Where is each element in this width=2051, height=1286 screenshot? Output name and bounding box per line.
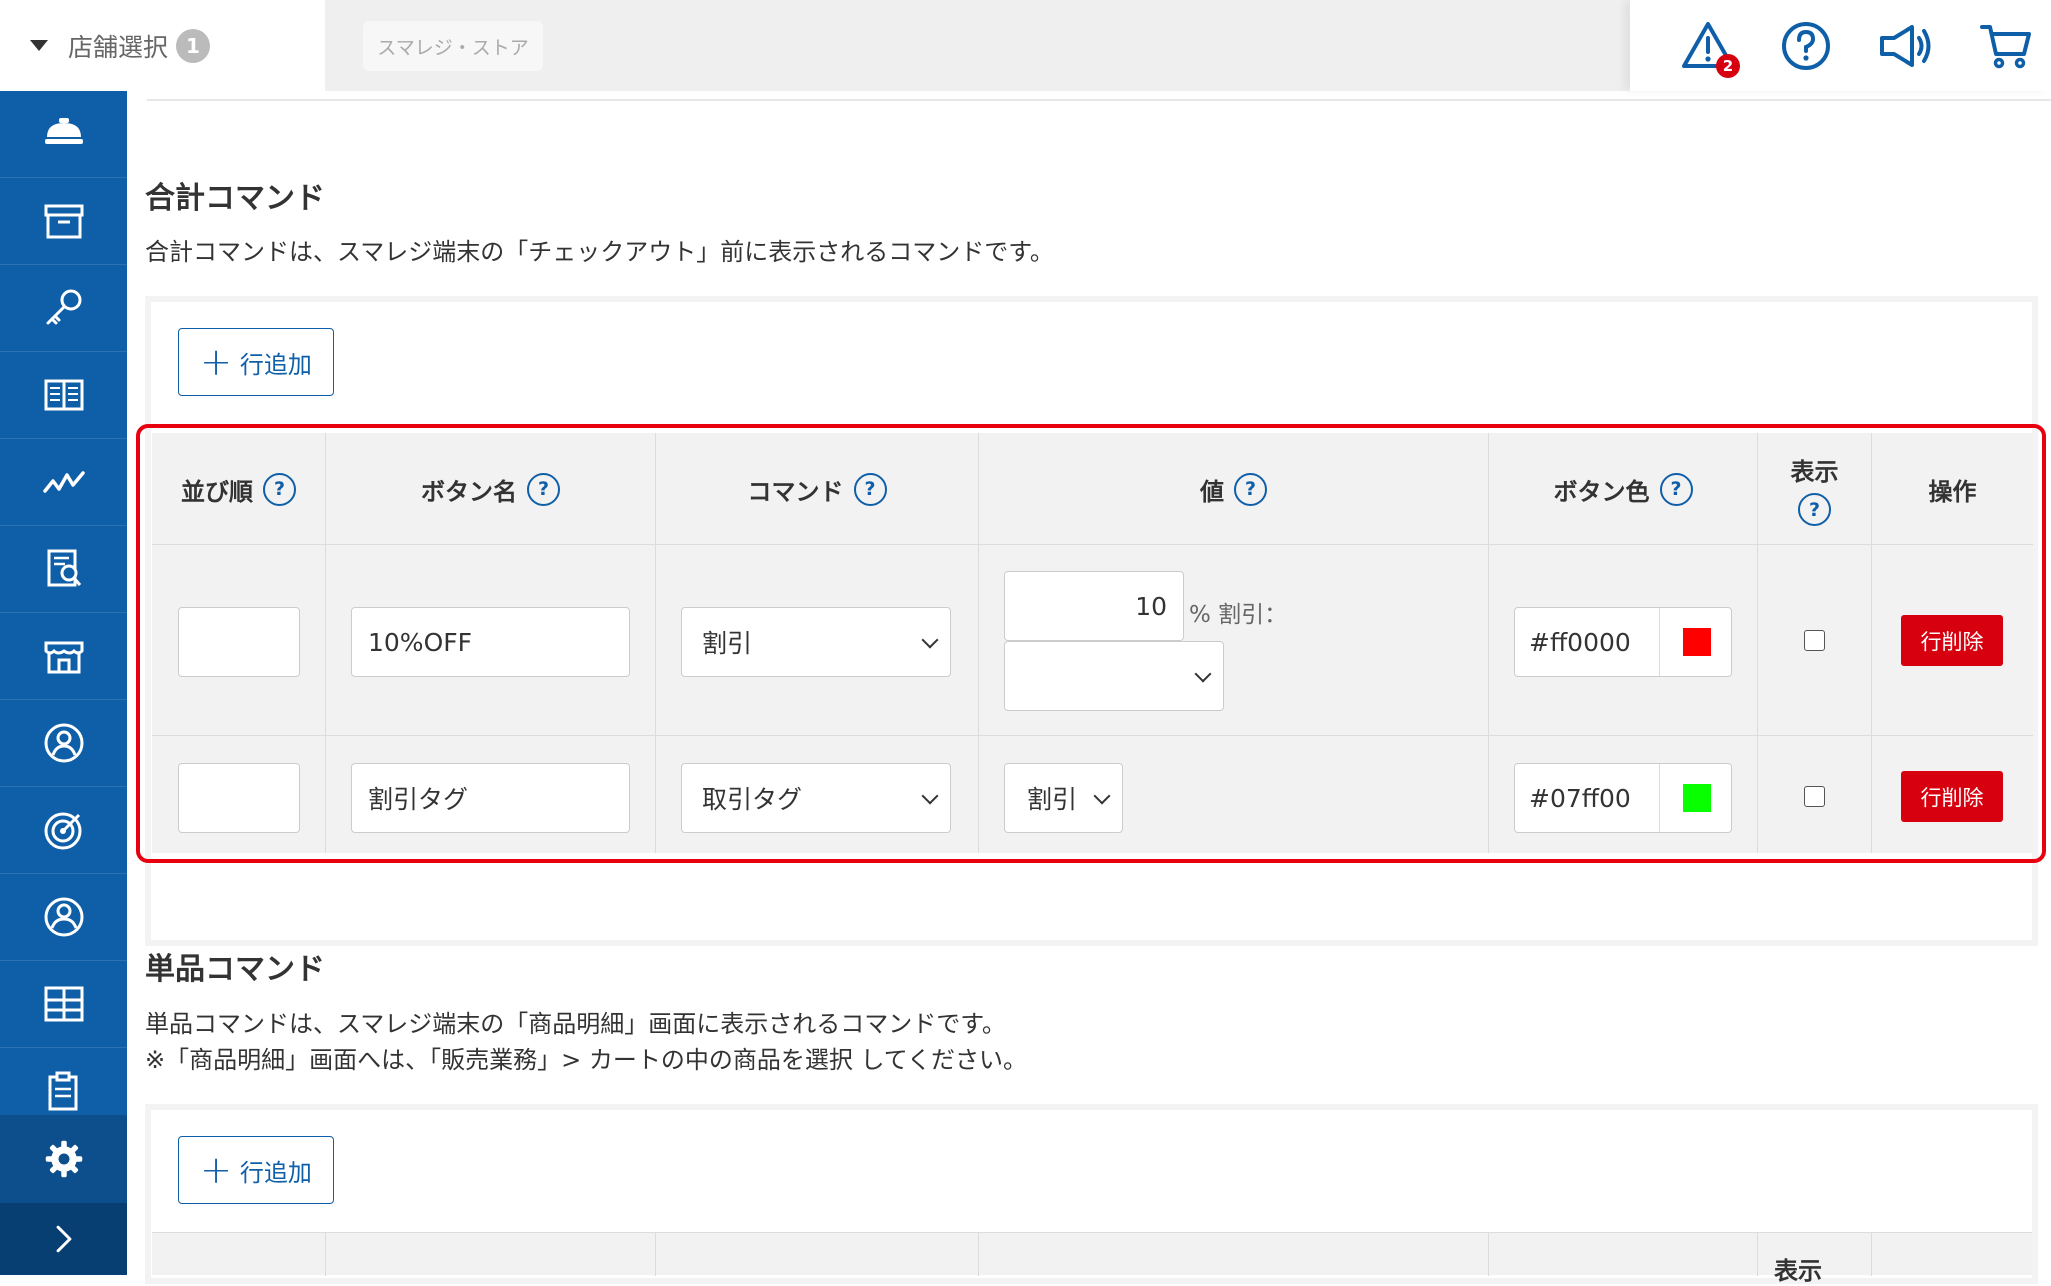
sidebar-item-apps[interactable] xyxy=(0,961,127,1048)
total-command-description: 合計コマンドは、スマレジ端末の「チェックアウト」前に表示されるコマンドです。 xyxy=(145,238,1054,266)
order-input[interactable] xyxy=(178,607,300,677)
gear-icon xyxy=(45,1140,82,1178)
column-header-button-color: ボタン色 ? xyxy=(1489,433,1758,545)
help-icon[interactable] xyxy=(1778,18,1834,74)
command-select[interactable]: 取引タグ xyxy=(681,763,951,833)
button-color-input[interactable]: #ff0000 xyxy=(1514,607,1732,677)
single-command-table-header: 表示 xyxy=(152,1232,2032,1285)
sidebar-expand-button[interactable] xyxy=(0,1203,127,1275)
column-header-button-name: ボタン名 ? xyxy=(326,433,656,545)
alert-count-badge: 2 xyxy=(1716,54,1740,78)
single-command-description-2: ※「商品明細」画面へは、「販売業務」> カートの中の商品を選択 してください。 xyxy=(145,1046,1028,1074)
sidebar-item-book[interactable] xyxy=(0,352,127,439)
chevron-down-icon xyxy=(1093,787,1111,805)
chevron-right-icon xyxy=(56,1225,71,1253)
order-input[interactable] xyxy=(178,763,300,833)
help-icon[interactable]: ? xyxy=(1798,493,1831,526)
store-select-label: 店舗選択 xyxy=(68,32,169,62)
sidebar xyxy=(0,91,127,1275)
store-name-area: スマレジ・ストア xyxy=(325,0,1630,91)
table-row: 割引タグ 取引タグ 割引 #07ff00 行削除 xyxy=(152,736,2033,853)
sidebar-item-user[interactable] xyxy=(0,874,127,961)
single-add-row-button[interactable]: + 行追加 xyxy=(178,1136,334,1204)
column-header-order: 並び順 ? xyxy=(152,433,326,545)
delete-row-button[interactable]: 行削除 xyxy=(1901,615,2003,666)
settings-button[interactable] xyxy=(0,1115,127,1203)
chart-icon xyxy=(42,471,85,493)
value-select[interactable]: 割引 xyxy=(1004,763,1123,833)
sidebar-item-key[interactable] xyxy=(0,265,127,352)
add-row-label: 行追加 xyxy=(239,1158,312,1187)
delete-row-button[interactable]: 行削除 xyxy=(1901,771,2003,822)
visible-checkbox[interactable] xyxy=(1804,786,1825,807)
book-icon xyxy=(44,379,83,411)
store-icon xyxy=(44,641,83,674)
table-row: 10%OFF 割引 10 % 割引： #ff0000 行削除 xyxy=(152,545,2033,736)
color-swatch[interactable] xyxy=(1683,628,1711,656)
single-command-title: 単品コマンド xyxy=(145,952,325,987)
key-icon xyxy=(46,289,81,325)
customer-icon xyxy=(44,723,83,763)
add-row-button[interactable]: + 行追加 xyxy=(178,328,334,396)
announcement-icon[interactable] xyxy=(1876,18,1932,74)
top-bar: 店舗選択 1 スマレジ・ストア 2 xyxy=(0,0,2051,91)
column-header-action: 操作 xyxy=(1928,477,1977,506)
store-name-chip: スマレジ・ストア xyxy=(363,21,543,71)
button-name-input[interactable]: 割引タグ xyxy=(351,763,630,833)
visible-checkbox[interactable] xyxy=(1804,630,1825,651)
caret-down-icon xyxy=(30,40,48,51)
sidebar-item-customer[interactable] xyxy=(0,700,127,787)
value-select[interactable] xyxy=(1004,641,1224,711)
color-swatch[interactable] xyxy=(1683,784,1711,812)
table-header: 並び順 ? ボタン名 ? コマンド ? 値 ? ボタン色 ? 表示 ? 操作 xyxy=(152,433,2033,545)
plus-icon: + xyxy=(200,1148,232,1192)
archive-icon xyxy=(44,204,83,239)
apps-icon xyxy=(44,986,83,1022)
store-select-dropdown[interactable]: 店舗選択 1 xyxy=(0,0,325,91)
total-command-table: 並び順 ? ボタン名 ? コマンド ? 値 ? ボタン色 ? 表示 ? 操作 1… xyxy=(152,433,2033,853)
column-header-visible: 表示 xyxy=(1774,1257,1822,1285)
alert-icon[interactable]: 2 xyxy=(1680,18,1740,78)
sidebar-item-home[interactable] xyxy=(0,91,127,178)
home-icon xyxy=(44,118,83,144)
add-row-label: 行追加 xyxy=(239,350,312,379)
column-header-value: 値 ? xyxy=(979,433,1489,545)
top-icon-group: 2 xyxy=(1630,0,2051,91)
button-name-input[interactable]: 10%OFF xyxy=(351,607,630,677)
command-select[interactable]: 割引 xyxy=(681,607,951,677)
chevron-down-icon xyxy=(1194,665,1212,683)
total-command-title: 合計コマンド xyxy=(145,181,325,216)
button-color-input[interactable]: #07ff00 xyxy=(1514,763,1732,833)
value-number-input[interactable]: 10 xyxy=(1004,571,1184,641)
report-icon xyxy=(47,549,81,587)
clipboard-icon xyxy=(48,1071,77,1110)
help-icon[interactable]: ? xyxy=(1659,472,1693,506)
sidebar-item-store[interactable] xyxy=(0,613,127,700)
help-icon[interactable]: ? xyxy=(263,472,296,506)
help-icon[interactable]: ? xyxy=(853,472,887,506)
sidebar-item-chart[interactable] xyxy=(0,439,127,526)
help-icon[interactable]: ? xyxy=(1234,472,1267,506)
chevron-down-icon xyxy=(921,787,939,805)
top-divider xyxy=(147,91,2051,101)
plus-icon: + xyxy=(200,340,232,384)
target-icon xyxy=(44,812,81,850)
user-icon xyxy=(44,897,83,937)
column-header-command: コマンド ? xyxy=(656,433,979,545)
sidebar-item-target[interactable] xyxy=(0,787,127,874)
help-icon[interactable]: ? xyxy=(527,472,560,506)
chevron-down-icon xyxy=(921,631,939,649)
column-header-visible: 表示 ? xyxy=(1758,433,1872,545)
sidebar-item-archive[interactable] xyxy=(0,178,127,265)
single-command-description-1: 単品コマンドは、スマレジ端末の「商品明細」画面に表示されるコマンドです。 xyxy=(145,1010,1006,1038)
value-suffix-label: % 割引： xyxy=(1189,602,1288,628)
sidebar-item-report[interactable] xyxy=(0,526,127,613)
store-count-badge: 1 xyxy=(176,28,211,63)
cart-icon[interactable] xyxy=(1978,18,2034,74)
